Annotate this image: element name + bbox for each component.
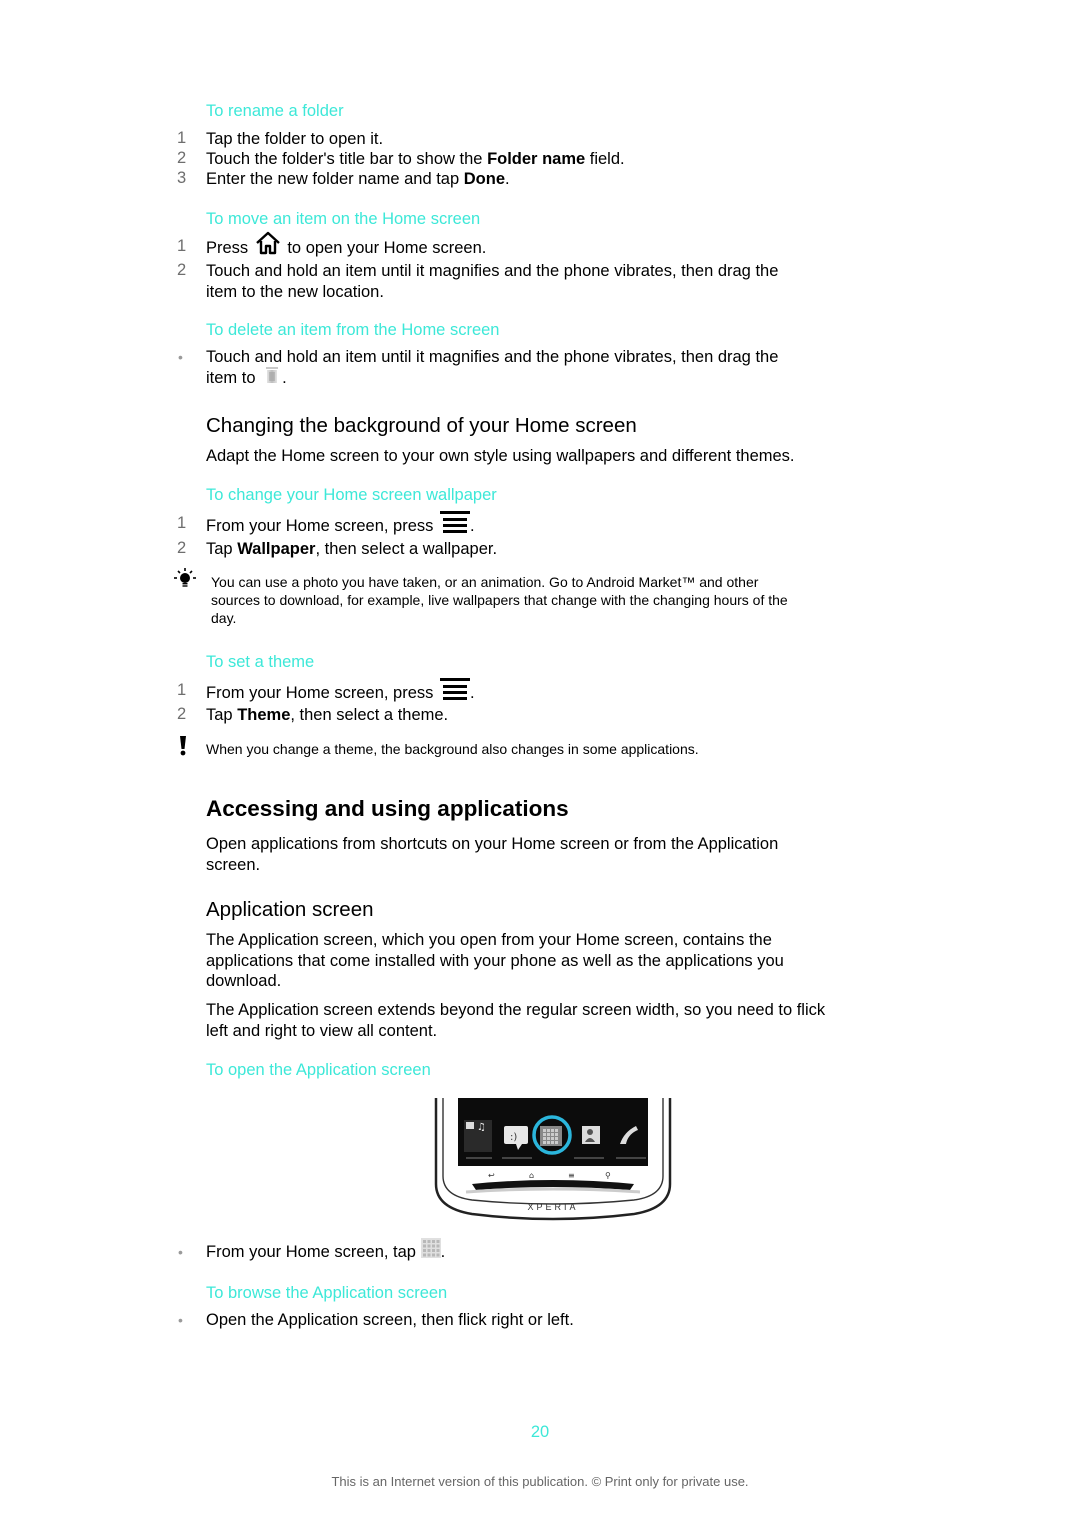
paragraph: The Application screen, which you open f…	[206, 930, 784, 992]
step-text: Tap the folder to open it.	[206, 130, 384, 148]
section-heading-app-screen: Application screen	[206, 898, 374, 921]
note-text: When you change a theme, the background …	[206, 741, 699, 757]
text: , then select a wallpaper.	[315, 540, 498, 558]
bullet-text: Open the Application screen, then flick …	[206, 1311, 574, 1329]
text-line: You can use a photo you have taken, or a…	[211, 574, 759, 590]
text: .	[282, 368, 287, 387]
step-number: 2	[177, 539, 187, 557]
text: Touch the folder's title bar to show the	[206, 150, 488, 168]
home-icon	[255, 231, 281, 261]
step-number: 2	[177, 149, 187, 167]
text: .	[505, 170, 510, 188]
bullet-text: Touch and hold an item until it magnifie…	[206, 347, 778, 389]
trash-icon	[262, 364, 282, 390]
menu-icon	[439, 510, 470, 540]
step-number: 1	[177, 514, 187, 532]
text: .	[469, 684, 475, 703]
text-line: Touch and hold an item until it magnifie…	[206, 262, 779, 280]
text-line: item to .	[206, 366, 778, 390]
phone-brand-label: XPERIA	[527, 1202, 579, 1212]
step-text: Tap Wallpaper, then select a wallpaper.	[206, 539, 497, 560]
svg-text:≡: ≡	[568, 1171, 575, 1180]
subheading-open-app-screen: To open the Application screen	[206, 1061, 431, 1079]
bullet-text: From your Home screen, tap .	[206, 1238, 446, 1264]
paragraph: Adapt the Home screen to your own style …	[206, 447, 795, 465]
text-line: applications that come installed with yo…	[206, 951, 784, 970]
text-line: left and right to view all content.	[206, 1021, 438, 1040]
ui-term: Done	[463, 170, 505, 188]
step-number: 1	[177, 129, 187, 147]
step-text: Touch and hold an item until it magnifie…	[206, 261, 778, 302]
subheading-rename-folder: To rename a folder	[206, 102, 344, 120]
app-grid-icon	[420, 1238, 441, 1264]
text: Press	[206, 239, 253, 258]
paragraph: The Application screen extends beyond th…	[206, 1000, 825, 1041]
text-line: Touch and hold an item until it magnifie…	[206, 348, 779, 366]
subheading-browse-app-screen: To browse the Application screen	[206, 1284, 448, 1302]
menu-icon	[439, 677, 470, 707]
text-line: The Application screen, which you open f…	[206, 931, 772, 949]
step-number: 2	[177, 261, 187, 279]
step-number: 1	[177, 237, 187, 255]
subheading-theme: To set a theme	[206, 653, 315, 671]
text-line: sources to download, for example, live w…	[211, 592, 788, 608]
text-line: download.	[206, 972, 282, 990]
subheading-delete-item: To delete an item from the Home screen	[206, 321, 500, 339]
text: to open your Home screen.	[282, 239, 487, 258]
step-text: From your Home screen, press .	[206, 678, 475, 707]
text: , then select a theme.	[290, 706, 449, 724]
ui-term: Theme	[237, 706, 291, 724]
step-text: Touch the folder's title bar to show the…	[206, 149, 625, 170]
subheading-wallpaper: To change your Home screen wallpaper	[206, 486, 497, 504]
svg-text::): :)	[510, 1132, 517, 1143]
text: item to	[206, 368, 261, 387]
text-line: day.	[211, 610, 237, 626]
step-text: Tap Theme, then select a theme.	[206, 705, 448, 726]
svg-text:♫: ♫	[477, 1122, 486, 1133]
phone-illustration: ♫ :) ↩ ⌂ ≡ ⚲ XPERIA	[432, 1096, 674, 1224]
bullet: •	[178, 1312, 183, 1328]
step-text: Press to open your Home screen.	[206, 231, 487, 261]
section-heading-background: Changing the background of your Home scr…	[206, 414, 637, 437]
step-number: 1	[177, 681, 187, 699]
text: From your Home screen, tap	[206, 1243, 421, 1262]
text: .	[469, 517, 475, 536]
bullet: •	[178, 1244, 183, 1260]
text-line: Open applications from shortcuts on your…	[206, 835, 779, 853]
tip-bulb-icon	[174, 568, 196, 595]
text: From your Home screen, press	[206, 684, 438, 703]
svg-text:⌂: ⌂	[529, 1171, 534, 1180]
bullet: •	[178, 349, 183, 365]
text-line: screen.	[206, 855, 261, 874]
text: Tap	[206, 706, 238, 724]
page-number: 20	[530, 1423, 550, 1441]
text: field.	[585, 150, 625, 168]
svg-text:↩: ↩	[488, 1171, 495, 1180]
text-line: item to the new location.	[206, 282, 384, 301]
text: Tap	[206, 540, 238, 558]
step-text: From your Home screen, press .	[206, 511, 475, 540]
text: Enter the new folder name and tap	[206, 170, 464, 188]
step-text: Enter the new folder name and tap Done.	[206, 169, 510, 190]
ui-term: Wallpaper	[237, 540, 316, 558]
tip-text: You can use a photo you have taken, or a…	[211, 573, 788, 627]
text: From your Home screen, press	[206, 517, 438, 536]
step-number: 2	[177, 705, 187, 723]
ui-term: Folder name	[487, 150, 586, 168]
section-heading-accessing: Accessing and using applications	[206, 796, 569, 821]
subheading-move-item: To move an item on the Home screen	[206, 210, 481, 228]
paragraph: Open applications from shortcuts on your…	[206, 834, 778, 875]
footer-notice: This is an Internet version of this publ…	[331, 1474, 749, 1489]
svg-text:⚲: ⚲	[605, 1171, 611, 1180]
step-number: 3	[177, 169, 187, 187]
text: .	[440, 1243, 446, 1262]
warning-exclamation-icon	[179, 736, 187, 761]
text-line: The Application screen extends beyond th…	[206, 1001, 826, 1019]
